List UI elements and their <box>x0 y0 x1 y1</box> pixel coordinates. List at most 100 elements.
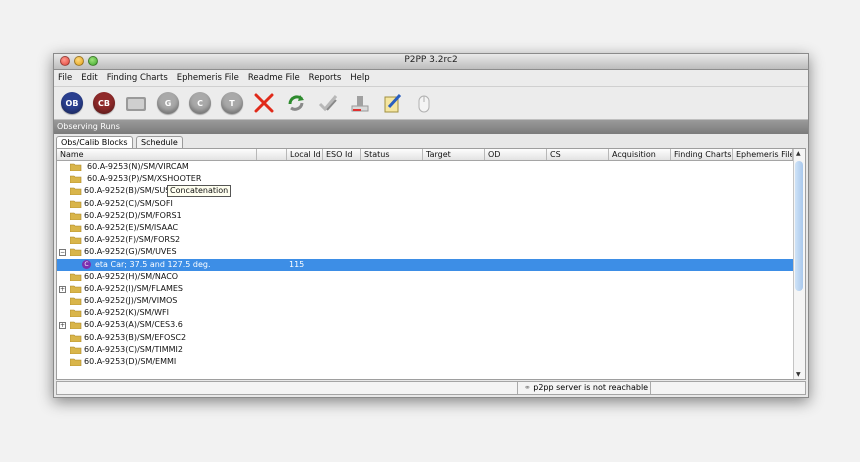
menu-edit[interactable]: Edit <box>81 73 97 83</box>
menu-reports[interactable]: Reports <box>309 73 342 83</box>
row-name: 60.A-9252(I)/SM/FLAMES <box>84 283 183 293</box>
folder-row[interactable]: 60.A-9252(C)/SM/SOFI <box>57 198 793 210</box>
menu-file[interactable]: File <box>58 73 72 83</box>
refresh-button[interactable] <box>284 91 308 115</box>
menu-bar: File Edit Finding Charts Ephemeris File Read… <box>54 70 808 87</box>
row-name: 60.A-9252(K)/SM/WFI <box>84 308 169 318</box>
server-status-icon: ⚭ <box>524 383 531 392</box>
folder-row[interactable]: 60.A-9252(F)/SM/FORS2 <box>57 234 793 246</box>
app-window: P2PP 3.2rc2 File Edit Finding Charts Epheme… <box>53 53 809 398</box>
status-text: p2pp server is not reachable <box>533 383 649 392</box>
status-message: ⚭ p2pp server is not reachable <box>517 382 652 394</box>
folder-row[interactable]: 60.A-9253(P)/SM/XSHOOTER <box>57 173 793 185</box>
column-header-local-id[interactable]: Local Id <box>287 149 323 160</box>
row-name: 60.A-9253(D)/SM/EMMI <box>84 357 177 366</box>
obs-blocks-table: Name Local Id ESO Id Status Target OD CS Acquis… <box>56 148 806 380</box>
expand-icon[interactable]: + <box>59 285 66 293</box>
scrollbar-thumb[interactable] <box>795 161 803 291</box>
menu-readme-file[interactable]: Readme File <box>248 73 300 83</box>
folder-row[interactable]: − 60.A-9252(G)/SM/UVES <box>57 246 793 258</box>
local-id-cell: 115 <box>289 259 305 269</box>
c-button[interactable]: C <box>188 91 212 115</box>
g-button[interactable]: G <box>156 91 180 115</box>
scroll-up-arrow[interactable]: ▲ <box>796 150 801 157</box>
row-name: 60.A-9253(P)/SM/XSHOOTER <box>87 174 202 184</box>
row-name: 60.A-9253(C)/SM/TIMMI2 <box>84 344 183 354</box>
title-bar[interactable]: P2PP 3.2rc2 <box>54 54 808 70</box>
folder-icon <box>70 249 82 257</box>
column-header-target[interactable]: Target <box>423 149 485 160</box>
column-header-blank[interactable] <box>257 149 287 160</box>
row-name: 60.A-9253(A)/SM/CES3.6 <box>84 320 183 330</box>
ob-row[interactable]: Ceta Car; 37.5 and 127.5 deg. 115 <box>57 258 793 271</box>
folder-row[interactable]: 60.A-9253(D)/SM/EMMI <box>57 356 793 368</box>
ob-button[interactable]: OB <box>60 91 84 115</box>
column-header-name[interactable]: Name <box>57 149 257 160</box>
concatenation-ob-icon: C <box>82 259 91 269</box>
folder-row[interactable]: 60.A-9253(C)/SM/TIMMI2 <box>57 344 793 356</box>
row-name: 60.A-9252(B)/SM/SUSI2 <box>84 186 178 196</box>
delete-x-icon <box>254 93 274 113</box>
folder-row[interactable]: +60.A-9252(I)/SM/FLAMES <box>57 283 793 295</box>
window-title: P2PP 3.2rc2 <box>404 55 458 65</box>
mouse-icon <box>418 95 430 113</box>
column-header-status[interactable]: Status <box>361 149 423 160</box>
menu-finding-charts[interactable]: Finding Charts <box>107 73 168 83</box>
folder-icon <box>70 322 82 330</box>
menu-ephemeris-file[interactable]: Ephemeris File <box>177 73 239 83</box>
vertical-scrollbar[interactable]: ▲ ▼ <box>793 149 805 379</box>
desktop: P2PP 3.2rc2 File Edit Finding Charts Epheme… <box>0 0 860 462</box>
t-button[interactable]: T <box>220 91 244 115</box>
row-name: 60.A-9252(D)/SM/FORS1 <box>84 210 182 220</box>
folder-icon <box>70 358 82 366</box>
folder-row[interactable]: 60.A-9252(J)/SM/VIMOS <box>57 295 793 307</box>
collapse-icon[interactable]: − <box>59 249 66 257</box>
stamp-icon <box>351 96 369 112</box>
folder-icon <box>70 163 82 171</box>
check-pencil-icon <box>318 95 338 112</box>
tooltip: Concatenation <box>167 185 232 197</box>
column-header-eso-id[interactable]: ESO Id <box>323 149 361 160</box>
folder-row[interactable]: 60.A-9252(E)/SM/ISAAC <box>57 222 793 234</box>
folder-icon <box>70 175 82 184</box>
folder-icon <box>70 200 82 208</box>
folder-icon <box>70 285 82 293</box>
table-header: Name Local Id ESO Id Status Target OD CS Acquis… <box>57 149 805 161</box>
edit-button[interactable] <box>380 91 404 115</box>
row-name: 60.A-9253(B)/SM/EFOSC2 <box>84 332 187 342</box>
folder-row[interactable]: 60.A-9252(K)/SM/WFI <box>57 307 793 319</box>
row-name: 60.A-9252(G)/SM/UVES <box>84 247 177 257</box>
folder-button[interactable] <box>124 91 148 115</box>
folder-row[interactable]: 60.A-9253(B)/SM/EFOSC2 <box>57 332 793 344</box>
row-name: 60.A-9252(C)/SM/SOFI <box>84 198 173 208</box>
folder-icon <box>70 273 82 281</box>
refresh-icon <box>288 95 304 111</box>
folder-icon <box>126 97 146 111</box>
mouse-button[interactable] <box>412 91 436 115</box>
cb-button[interactable]: CB <box>92 91 116 115</box>
folder-row[interactable]: 60.A-9252(H)/SM/NACO <box>57 271 793 283</box>
folder-icon <box>70 188 82 196</box>
folder-icon <box>70 297 82 306</box>
column-header-finding-charts[interactable]: Finding Charts <box>671 149 733 160</box>
row-name: 60.A-9252(J)/SM/VIMOS <box>84 296 178 306</box>
delete-button[interactable] <box>252 91 276 115</box>
folder-row[interactable]: 60.A-9252(D)/SM/FORS1 <box>57 210 793 222</box>
folder-icon <box>70 309 82 318</box>
verify-button[interactable] <box>316 91 340 115</box>
folder-icon <box>70 212 82 220</box>
folder-row[interactable]: +60.A-9253(A)/SM/CES3.6 <box>57 319 793 331</box>
column-header-cs[interactable]: CS <box>547 149 609 160</box>
certify-button[interactable] <box>348 91 372 115</box>
row-name: 60.A-9252(F)/SM/FORS2 <box>84 235 181 245</box>
expand-icon[interactable]: + <box>59 322 66 330</box>
folder-icon <box>70 236 82 245</box>
menu-help[interactable]: Help <box>350 73 369 83</box>
column-header-ephemeris-file[interactable]: Ephemeris File <box>733 149 793 160</box>
folder-icon <box>70 334 82 342</box>
tab-strip: Obs/Calib Blocks Schedule <box>54 134 808 149</box>
column-header-od[interactable]: OD <box>485 149 547 160</box>
scroll-down-arrow[interactable]: ▼ <box>796 371 801 378</box>
column-header-acquisition[interactable]: Acquisition <box>609 149 671 160</box>
folder-row[interactable]: 60.A-9253(N)/SM/VIRCAM <box>57 161 793 173</box>
